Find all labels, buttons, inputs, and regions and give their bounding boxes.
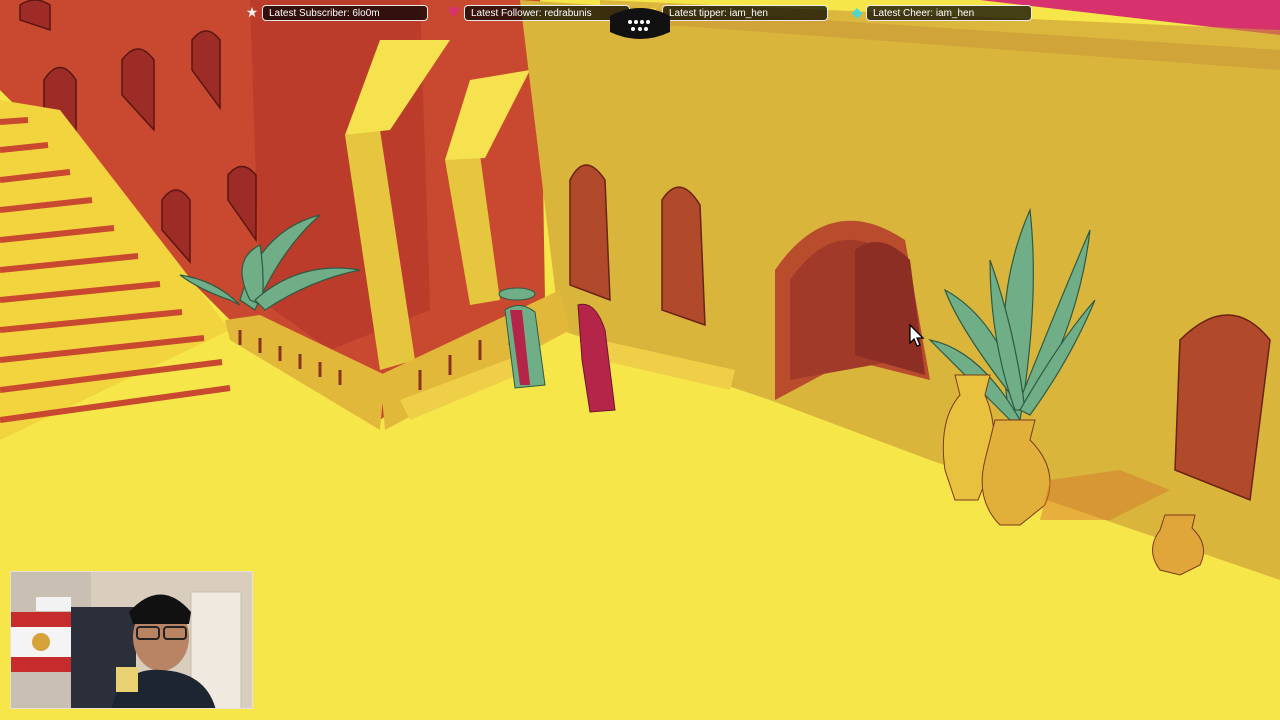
heart-icon: ♥ bbox=[447, 5, 461, 21]
mouse-cursor-icon bbox=[909, 324, 925, 347]
webcam-image bbox=[11, 572, 252, 708]
latest-cheer-bar: Latest Cheer: iam_hen bbox=[866, 5, 1032, 21]
diamond-icon: ◆ bbox=[851, 5, 863, 21]
latest-subscriber-bar: Latest Subscriber: 6lo0m bbox=[262, 5, 428, 21]
star-icon: ★ bbox=[245, 5, 259, 21]
latest-tipper-bar: Latest tipper: iam_hen bbox=[662, 5, 828, 21]
webcam-feed bbox=[10, 571, 253, 709]
stream-mascot-icon bbox=[610, 8, 670, 39]
